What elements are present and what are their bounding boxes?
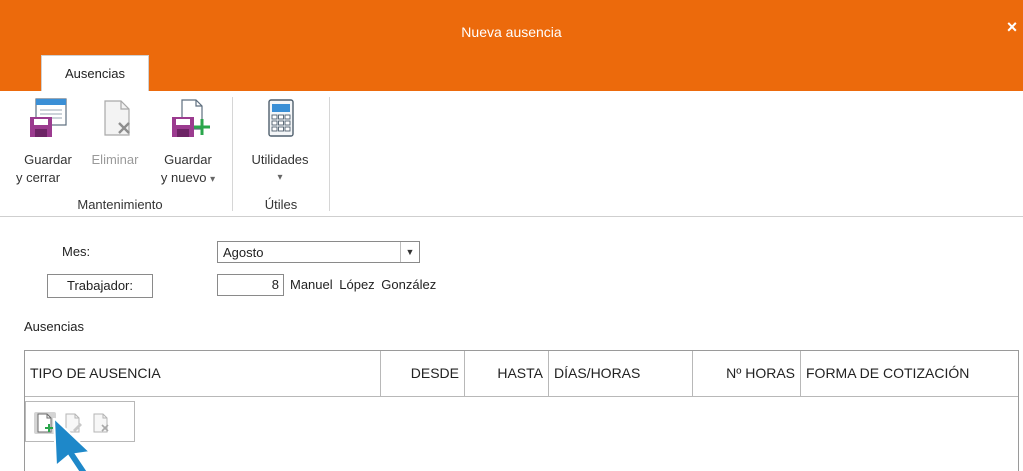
delete-doc-icon xyxy=(104,100,130,136)
utilities-button[interactable]: Utilidades ▾ xyxy=(239,97,321,187)
utilities-label: Utilidades xyxy=(251,152,309,167)
column-header-contribution[interactable]: FORMA DE COTIZACIÓN xyxy=(801,351,1018,396)
tab-ausencias[interactable]: Ausencias xyxy=(41,55,149,91)
calculator-icon xyxy=(268,99,294,137)
month-select[interactable]: Agosto ▼ xyxy=(217,241,420,263)
month-label: Mes: xyxy=(62,244,91,259)
ribbon: Guardar y cerrar Eliminar Guardar y nuev… xyxy=(0,91,1023,217)
save-close-label-2: y cerrar xyxy=(16,170,61,185)
column-header-from[interactable]: DESDE xyxy=(381,351,465,396)
absences-section-label: Ausencias xyxy=(24,319,84,334)
save-close-button[interactable]: Guardar y cerrar xyxy=(16,97,80,187)
delete-button[interactable]: Eliminar xyxy=(84,97,146,169)
group-label-maintenance: Mantenimiento xyxy=(77,197,163,212)
ribbon-tab-strip: Ausencias xyxy=(0,55,1023,91)
save-new-button[interactable]: Guardar y nuevo ▾ xyxy=(152,97,224,189)
absences-grid[interactable]: TIPO DE AUSENCIA DESDE HASTA DÍAS/HORAS … xyxy=(24,350,1019,471)
chevron-down-icon[interactable]: ▼ xyxy=(400,242,419,262)
column-header-hours[interactable]: Nº HORAS xyxy=(693,351,801,396)
group-label-tools: Útiles xyxy=(264,197,298,212)
delete-label: Eliminar xyxy=(91,152,139,167)
month-value: Agosto xyxy=(223,245,264,260)
grid-header: TIPO DE AUSENCIA DESDE HASTA DÍAS/HORAS … xyxy=(25,351,1018,397)
close-button[interactable]: × xyxy=(1003,18,1021,36)
save-new-label-1: Guardar xyxy=(164,152,212,167)
worker-name: Manuel López González xyxy=(290,277,437,292)
column-header-to[interactable]: HASTA xyxy=(465,351,549,396)
save-new-icon xyxy=(172,99,210,137)
worker-button[interactable]: Trabajador: xyxy=(47,274,153,298)
save-close-icon xyxy=(30,98,67,137)
ribbon-separator xyxy=(232,97,233,211)
save-new-dropdown-arrow[interactable]: ▾ xyxy=(210,174,215,185)
utilities-dropdown-arrow[interactable]: ▾ xyxy=(239,169,321,187)
column-header-days-hours[interactable]: DÍAS/HORAS xyxy=(549,351,693,396)
mouse-pointer-icon xyxy=(52,418,93,471)
title-bar: Nueva ausencia × xyxy=(0,0,1023,55)
ribbon-separator xyxy=(329,97,330,211)
worker-number-field[interactable]: 8 xyxy=(217,274,284,296)
window-title: Nueva ausencia xyxy=(461,24,562,40)
save-close-label-1: Guardar xyxy=(24,152,72,167)
column-header-type[interactable]: TIPO DE AUSENCIA xyxy=(25,351,381,396)
save-new-label-2: y nuevo ▾ xyxy=(160,170,216,185)
absence-form: Mes: Agosto ▼ Trabajador: 8 Manuel López… xyxy=(0,217,1023,471)
